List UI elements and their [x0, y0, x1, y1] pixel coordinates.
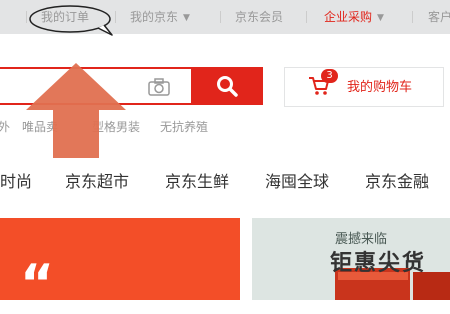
my-jd-menu[interactable]: 我的京东 ▼: [130, 9, 190, 26]
search-icon: [217, 76, 238, 97]
banner-title: 钜惠尖货: [330, 251, 427, 276]
top-bar-separator: [220, 11, 221, 23]
enterprise-purchase-menu[interactable]: 企业采购 ▼: [324, 9, 384, 26]
search-button[interactable]: [191, 67, 263, 105]
nav-item-jd-supermarket[interactable]: 京东超市: [65, 172, 129, 192]
top-bar-separator: [26, 11, 27, 23]
camera-icon[interactable]: [148, 78, 170, 100]
chevron-down-icon: ▼: [183, 13, 190, 23]
jd-member-link[interactable]: 京东会员: [235, 9, 283, 25]
cart-count-badge: 3: [321, 69, 338, 83]
banner-subtitle: 震撼来临: [335, 232, 388, 247]
hot-word-link[interactable]: 外: [0, 119, 10, 135]
nav-item-fashion[interactable]: 时尚: [0, 172, 32, 192]
chevron-down-icon: ▼: [377, 13, 384, 23]
annotation-speech-bubble: [29, 5, 113, 36]
nav-item-jd-fresh[interactable]: 京东生鲜: [165, 172, 229, 192]
my-jd-label: 我的京东: [130, 10, 179, 24]
customer-service-link[interactable]: 客户: [428, 9, 450, 25]
enterprise-purchase-label: 企业采购: [324, 10, 373, 24]
nav-item-global[interactable]: 海囤全球: [265, 172, 329, 192]
nav-item-jd-finance[interactable]: 京东金融: [365, 172, 429, 192]
annotation-arrow-icon: [26, 63, 126, 158]
cart-label: 我的购物车: [347, 80, 413, 95]
top-bar-separator: [412, 11, 413, 23]
banner-left-text: “: [20, 254, 55, 314]
hot-word-link[interactable]: 无抗养殖: [160, 119, 208, 135]
top-bar-separator: [306, 11, 307, 23]
